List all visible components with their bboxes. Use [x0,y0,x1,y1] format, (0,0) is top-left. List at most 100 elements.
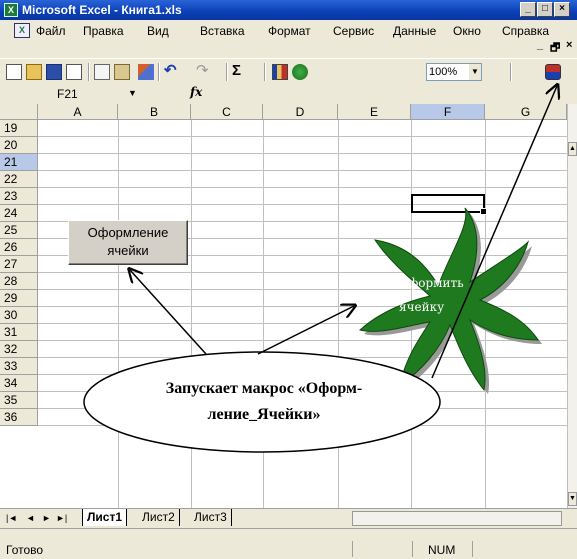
drawing-icon[interactable] [292,64,308,80]
zoom-select[interactable]: 100% ▼ [426,63,482,81]
menu-insert[interactable]: Вставка [200,24,245,38]
column-header-g[interactable]: G [485,104,567,120]
row-header-24[interactable]: 24 [0,205,38,222]
row-header-22[interactable]: 22 [0,171,38,188]
workbook-icon[interactable]: X [14,23,30,38]
sheet-tab-3[interactable]: Лист3 [190,509,232,526]
column-header-f[interactable]: F [411,104,485,120]
menu-edit[interactable]: Правка [83,24,124,38]
vertical-scrollbar[interactable]: ▲ ▼ [567,104,577,508]
row-header-33[interactable]: 33 [0,358,38,375]
row-header-29[interactable]: 29 [0,290,38,307]
column-header-b[interactable]: B [118,104,191,120]
doc-restore-button[interactable]: 🗗 [550,39,560,58]
next-sheet-icon[interactable]: ► [42,513,51,523]
paste-icon[interactable] [114,64,130,80]
star-label-line1: Оформить [399,276,464,290]
active-cell-f21[interactable] [411,194,487,215]
menu-window[interactable]: Окно [453,24,481,38]
row-header-30[interactable]: 30 [0,307,38,324]
menu-tools[interactable]: Сервис [333,24,374,38]
status-separator [472,541,473,557]
select-all-corner[interactable] [0,104,38,120]
fx-icon[interactable]: fx [190,85,202,99]
sheet-tab-1[interactable]: Лист1 [82,509,128,526]
row-header-36[interactable]: 36 [0,409,38,426]
menu-view[interactable]: Вид [147,24,169,38]
grid-line [38,374,567,375]
first-sheet-icon[interactable]: |◄ [6,513,17,523]
grid-line [38,340,567,341]
row-header-25[interactable]: 25 [0,222,38,239]
column-header-d[interactable]: D [263,104,338,120]
toolbar-separator [264,63,266,81]
close-button[interactable]: × [554,2,570,17]
grid-line [38,323,567,324]
window-title: Microsoft Excel - Книга1.xls [22,3,182,17]
menu-help[interactable]: Справка [502,24,549,38]
chart-wizard-icon[interactable] [272,64,288,80]
chevron-down-icon[interactable]: ▼ [469,64,481,80]
horizontal-scrollbar[interactable] [352,511,562,526]
format-cell-button-line2: ячейки [107,243,149,258]
row-header-27[interactable]: 27 [0,256,38,273]
menu-data[interactable]: Данные [393,24,436,38]
chevron-down-icon[interactable]: ▼ [128,88,137,98]
row-header-23[interactable]: 23 [0,188,38,205]
maximize-button[interactable]: □ [537,2,553,17]
macro-security-icon[interactable] [545,64,561,80]
row-header-28[interactable]: 28 [0,273,38,290]
column-header-e[interactable]: E [338,104,411,120]
formula-bar: F21 ▼ fx [0,84,577,104]
permission-icon[interactable] [66,64,82,80]
excel-icon[interactable]: X [4,3,18,17]
grid-line [38,136,567,137]
format-painter-icon[interactable] [138,64,154,80]
format-cell-button[interactable]: Оформление ячейки [68,220,188,265]
zoom-value: 100% [429,66,458,78]
row-header-32[interactable]: 32 [0,341,38,358]
last-sheet-icon[interactable]: ►| [56,513,67,523]
toolbar-separator [88,63,90,81]
menu-file[interactable]: Файл [36,24,66,38]
status-separator [352,541,353,557]
grid-line [38,272,567,273]
grid-line [191,120,192,508]
row-header-35[interactable]: 35 [0,392,38,409]
toolbar-separator [510,63,512,81]
column-header-c[interactable]: C [191,104,263,120]
row-header-20[interactable]: 20 [0,137,38,154]
redo-icon[interactable]: ↷ [196,63,212,80]
save-icon[interactable] [46,64,62,80]
star-label-line2: ячейку [399,300,445,314]
grid-line [38,153,567,154]
sheet-tab-2[interactable]: Лист2 [138,509,180,526]
standard-toolbar: ↶ ↷ Σ 100% ▼ [0,58,577,85]
grid-line [38,187,567,188]
new-icon[interactable] [6,64,22,80]
open-icon[interactable] [26,64,42,80]
doc-close-button[interactable]: × [566,39,572,51]
menu-format[interactable]: Формат [268,24,311,38]
row-header-26[interactable]: 26 [0,239,38,256]
copy-icon[interactable] [94,64,110,80]
scroll-up-icon[interactable]: ▲ [568,142,577,156]
status-bar: Готово NUM [0,528,577,559]
row-header-19[interactable]: 19 [0,120,38,137]
row-header-34[interactable]: 34 [0,375,38,392]
undo-icon[interactable]: ↶ [164,63,180,80]
worksheet-grid[interactable]: A B C D E F G 19 20 21 22 23 24 25 26 27… [0,104,567,508]
name-box[interactable]: F21 [12,86,106,102]
row-header-21[interactable]: 21 [0,154,38,171]
prev-sheet-icon[interactable]: ◄ [26,513,35,523]
row-header-31[interactable]: 31 [0,324,38,341]
minimize-button[interactable]: _ [520,2,536,17]
name-box-value: F21 [57,87,78,101]
grid-line [38,306,567,307]
doc-minimize-button[interactable]: _ [537,39,543,51]
scroll-down-icon[interactable]: ▼ [568,492,577,506]
callout-line1: Запускает макрос «Оформ- [165,380,363,397]
column-header-a[interactable]: A [38,104,118,120]
status-separator [412,541,413,557]
autosum-icon[interactable]: Σ [232,63,248,80]
